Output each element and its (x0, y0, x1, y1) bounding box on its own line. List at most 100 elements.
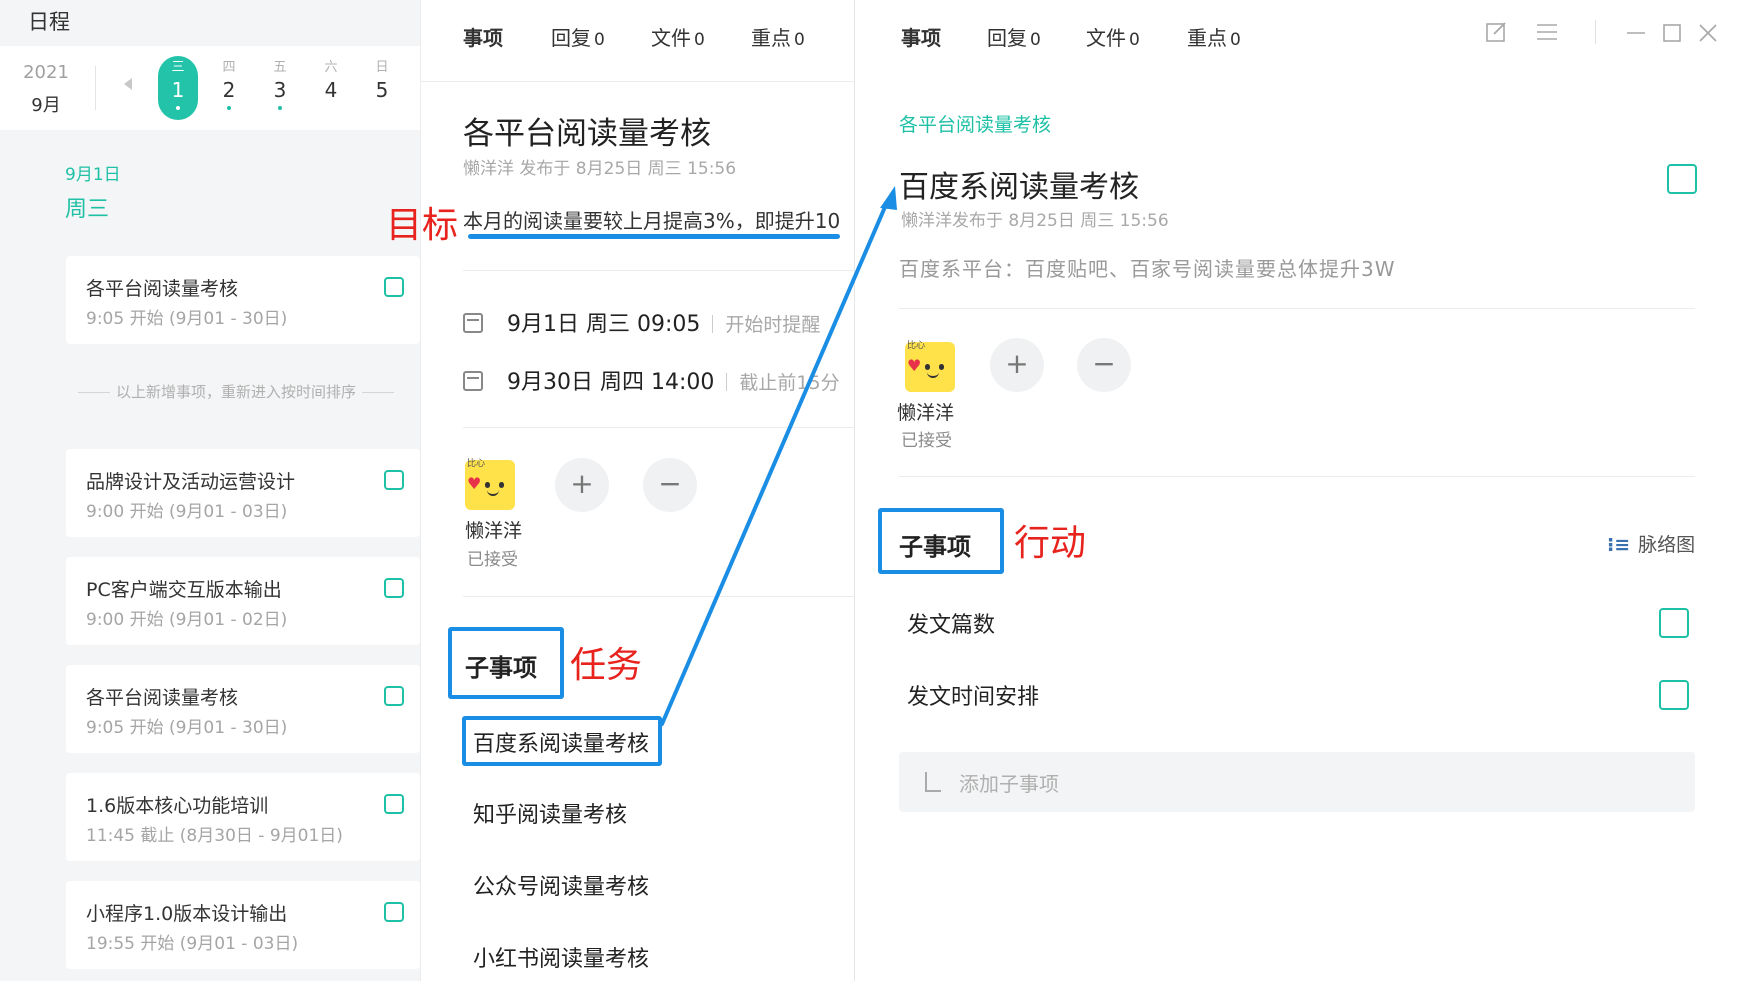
task-title: 各平台阅读量考核 (463, 116, 711, 152)
event-dot (278, 106, 282, 110)
checkbox[interactable] (384, 794, 404, 814)
list-item[interactable]: 各平台阅读量考核 9:05 开始 (9月01 - 30日) (66, 256, 420, 344)
tab-bar: 事项 回复 0 文件 0 重点 0 (421, 0, 854, 82)
mindmap-icon: ⁝≡ (1607, 534, 1631, 556)
item-time: 19:55 开始 (9月01 - 03日) (86, 934, 299, 954)
divider (899, 476, 1695, 477)
annotation-goal: 目标 (386, 205, 459, 246)
complete-checkbox[interactable] (1667, 164, 1697, 194)
tab-replies[interactable]: 回复 0 (551, 22, 605, 51)
minimize-icon[interactable] (1625, 22, 1647, 44)
end-time-row[interactable]: 9月30日 周四 14:00 截止前15分 (463, 364, 840, 396)
schedule-title: 日程 (28, 10, 70, 34)
avatar[interactable]: 比心 ♥ (465, 459, 515, 510)
item-title: 小程序1.0版本设计输出 (86, 903, 288, 925)
item-time: 9:05 开始 (9月01 - 30日) (86, 718, 288, 738)
calendar-icon (463, 371, 483, 391)
tab-label: 重点 (751, 26, 791, 50)
parent-task-link[interactable]: 各平台阅读量考核 (899, 110, 1051, 137)
tab-highlights[interactable]: 重点 0 (1187, 22, 1241, 51)
day-cell-1[interactable]: 三 1 (158, 56, 198, 120)
checkbox[interactable] (384, 470, 404, 490)
prev-week-icon[interactable] (124, 78, 132, 90)
mindmap-button[interactable]: ⁝≡ 脉络图 (1607, 530, 1695, 557)
subtask-item[interactable]: 公众号阅读量考核 (473, 869, 649, 901)
date-number: 5 (375, 78, 389, 102)
annotation-task: 任务 (570, 645, 643, 686)
add-subtask-input[interactable]: 添加子事项 (899, 752, 1695, 812)
checkbox[interactable] (384, 902, 404, 922)
weekday-heading: 周三 (65, 197, 110, 222)
tab-files[interactable]: 文件 0 (1086, 22, 1140, 51)
item-time: 9:00 开始 (9月01 - 02日) (86, 610, 288, 630)
tab-label: 文件 (651, 26, 691, 50)
edit-icon[interactable] (1485, 20, 1509, 44)
plus-icon[interactable]: + (555, 458, 609, 512)
tab-bar: 事项 回复 0 文件 0 重点 0 (855, 0, 1745, 82)
list-item[interactable]: 各平台阅读量考核 9:05 开始 (9月01 - 30日) (66, 665, 420, 753)
item-title: 各平台阅读量考核 (86, 278, 239, 300)
checkbox[interactable] (384, 686, 404, 706)
annotation-action: 行动 (1014, 523, 1087, 564)
tab-highlights[interactable]: 重点 0 (751, 22, 805, 51)
divider-text: 以上新增事项，重新进入按时间排序 (116, 383, 357, 401)
calendar-icon (463, 313, 483, 333)
day-cell-5[interactable]: 日 5 (362, 56, 402, 102)
subtask-item[interactable]: 知乎阅读量考核 (473, 797, 627, 829)
selected-date-heading: 9月1日 周三 (65, 160, 121, 223)
day-cell-2[interactable]: 四 2 (209, 56, 249, 110)
event-dot (227, 106, 231, 110)
avatar[interactable]: 比心 ♥ (905, 341, 955, 392)
checkbox[interactable] (1659, 680, 1689, 710)
tab-count: 0 (794, 30, 805, 50)
minus-icon[interactable]: − (643, 458, 697, 512)
weekday-label: 日 (375, 60, 389, 75)
day-cell-4[interactable]: 六 4 (311, 56, 351, 102)
maximize-icon[interactable] (1661, 22, 1683, 44)
list-item[interactable]: 1.6版本核心功能培训 11:45 截止 (8月30日 - 9月01日) (66, 773, 420, 861)
divider (463, 596, 854, 597)
end-time: 9月30日 周四 14:00 (507, 370, 715, 395)
checkbox[interactable] (384, 578, 404, 598)
menu-icon[interactable] (1535, 20, 1559, 44)
schedule-sidebar: 日程 2021 9月 三 1 四 2 五 3 六 4 日 5 9月1日 周三 各… (0, 0, 420, 981)
year-label: 2021 (23, 62, 69, 83)
plus-icon[interactable]: + (990, 338, 1044, 392)
item-title: PC客户端交互版本输出 (86, 579, 282, 601)
year-month-picker[interactable]: 2021 9月 (20, 62, 72, 117)
tab-items[interactable]: 事项 (889, 22, 953, 55)
divider (463, 427, 854, 428)
tab-replies[interactable]: 回复 0 (987, 22, 1041, 51)
date-number: 2 (222, 78, 236, 102)
month-label: 9月 (31, 95, 61, 116)
tab-items[interactable]: 事项 (451, 22, 515, 55)
day-cell-3[interactable]: 五 3 (260, 56, 300, 110)
add-subtask-placeholder: 添加子事项 (959, 772, 1059, 796)
checkbox[interactable] (384, 277, 404, 297)
subtask-description: 百度系平台：百度贴吧、百家号阅读量要总体提升3W (899, 257, 1396, 281)
annotation-box-subtasks (448, 627, 564, 699)
task-meta: 懒洋洋 发布于 8月25日 周三 15:56 (463, 159, 737, 179)
start-reminder: 开始时提醒 (725, 314, 821, 336)
subtask-item[interactable]: 发文篇数 (907, 607, 995, 639)
list-item[interactable]: 小程序1.0版本设计输出 19:55 开始 (9月01 - 03日) (66, 881, 420, 969)
item-time: 9:00 开始 (9月01 - 03日) (86, 502, 288, 522)
start-time: 9月1日 周三 09:05 (507, 312, 701, 337)
list-item[interactable]: 品牌设计及活动运营设计 9:00 开始 (9月01 - 03日) (66, 449, 420, 537)
tab-files[interactable]: 文件 0 (651, 22, 705, 51)
item-time: 9:05 开始 (9月01 - 30日) (86, 309, 288, 329)
subtask-meta: 懒洋洋发布于 8月25日 周三 15:56 (901, 211, 1169, 231)
task-detail-panel: 事项 回复 0 文件 0 重点 0 各平台阅读量考核 懒洋洋 发布于 8月25日 周三… (420, 0, 854, 981)
tab-count: 0 (694, 30, 705, 50)
subtask-item[interactable]: 发文时间安排 (907, 679, 1039, 711)
date-label: 9月1日 (65, 165, 121, 185)
close-icon[interactable] (1697, 22, 1719, 44)
subtask-icon (925, 772, 941, 792)
tab-count: 0 (594, 30, 605, 50)
weekday-label: 六 (324, 60, 338, 75)
subtask-item[interactable]: 小红书阅读量考核 (473, 941, 649, 973)
list-item[interactable]: PC客户端交互版本输出 9:00 开始 (9月01 - 02日) (66, 557, 420, 645)
start-time-row[interactable]: 9月1日 周三 09:05 开始时提醒 (463, 306, 820, 338)
minus-icon[interactable]: − (1077, 338, 1131, 392)
checkbox[interactable] (1659, 608, 1689, 638)
